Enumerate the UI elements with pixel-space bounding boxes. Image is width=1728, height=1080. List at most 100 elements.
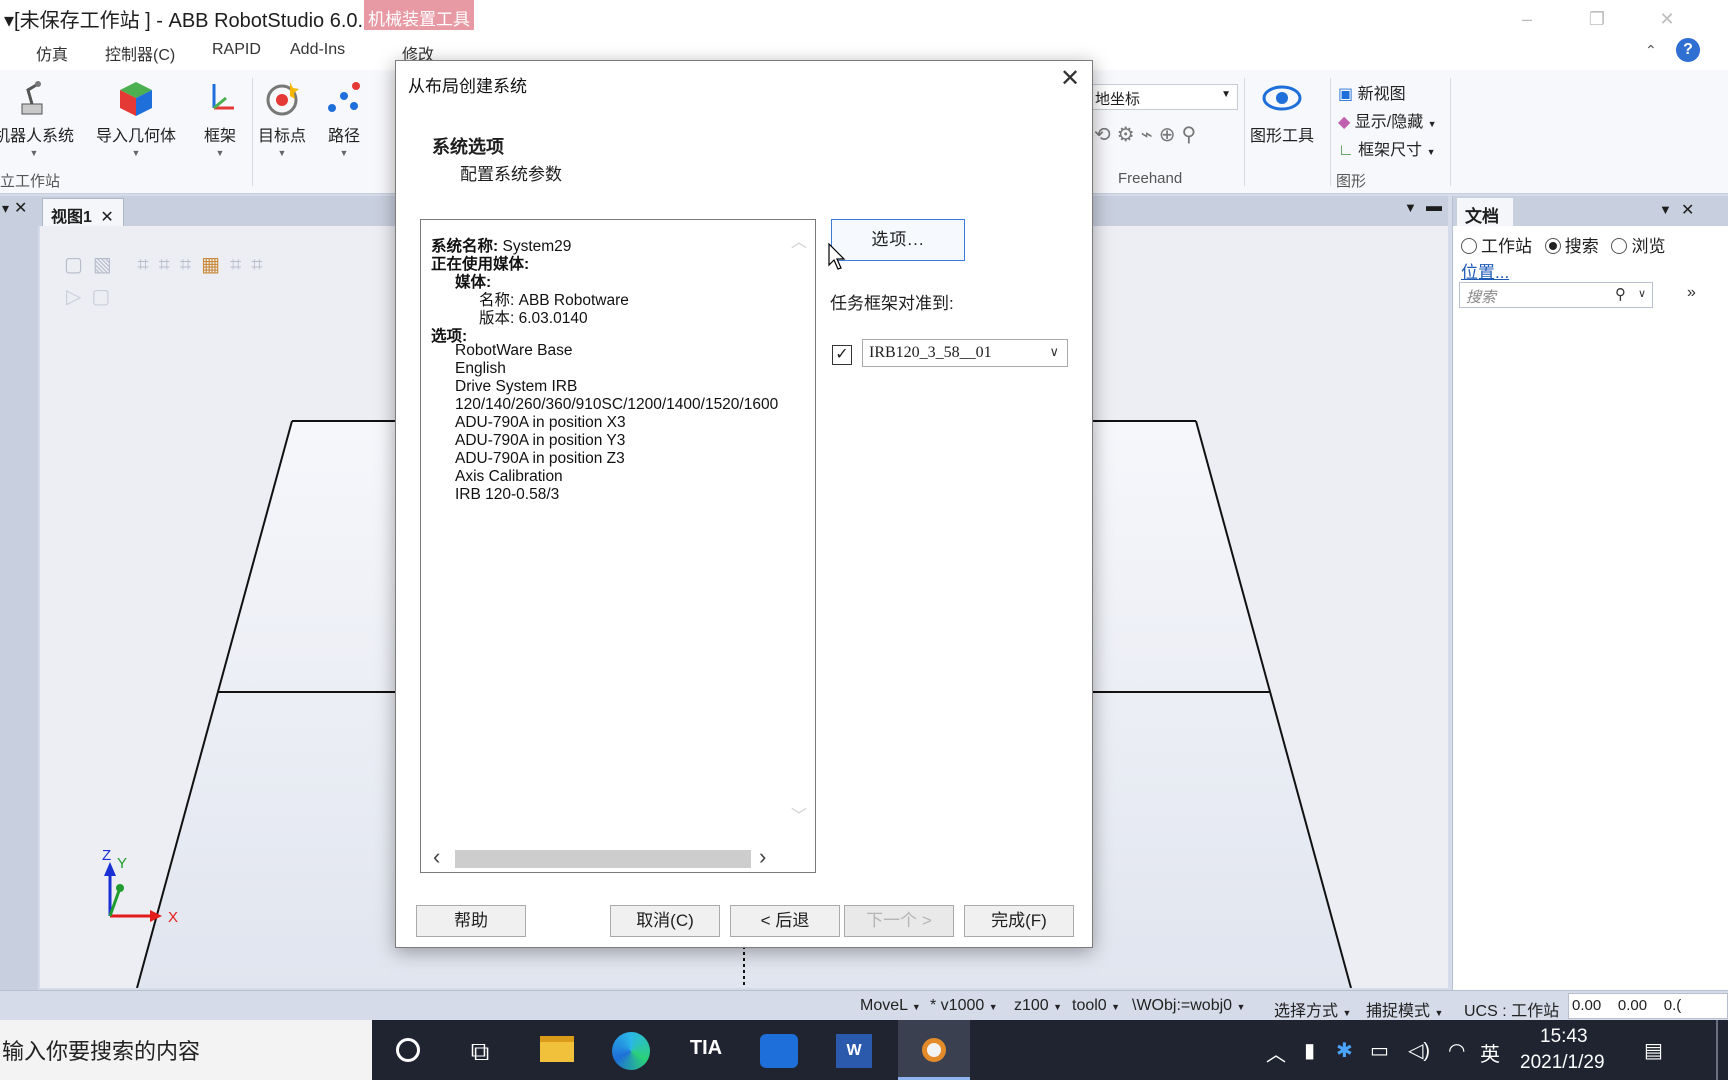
location-link[interactable]: 位置... (1461, 258, 1509, 283)
notification-icon[interactable]: ▤ (1644, 1038, 1663, 1063)
horizontal-scrollbar[interactable]: ‹ › (423, 844, 813, 870)
instruction-template-select[interactable]: MoveL ▼ (860, 997, 921, 1015)
minimize-button[interactable]: – (1516, 8, 1538, 30)
chevron-down-icon[interactable]: ∨ (1638, 287, 1646, 300)
help-button[interactable]: 帮助 (416, 905, 526, 937)
scroll-left-icon[interactable]: ‹ (433, 844, 440, 870)
scroll-up-icon[interactable]: ︿ (791, 228, 807, 252)
circle-icon (396, 1038, 420, 1062)
maximize-icon[interactable]: ▬ (1426, 198, 1442, 216)
frame-button[interactable]: 框架 ▼ (200, 78, 240, 158)
zone-select[interactable]: z100 ▼ (1014, 997, 1062, 1015)
documents-search-input[interactable]: 搜索 ⚲ ∨ (1459, 282, 1653, 308)
clock-date[interactable]: 2021/1/29 (1520, 1052, 1605, 1074)
robot-system-button[interactable]: 机器人系统 ▼ (0, 78, 74, 158)
snap-mode-select[interactable]: 捕捉模式 ▼ (1366, 997, 1443, 1021)
option-item: English (455, 360, 506, 377)
radio-browse[interactable]: 浏览 (1611, 237, 1665, 256)
microphone-icon[interactable]: ▮ (1304, 1038, 1315, 1063)
window-title: ▾[未保存工作站 ] - ABB RobotStudio 6.0... (4, 10, 375, 32)
speed-select[interactable]: * v1000 ▼ (930, 997, 998, 1015)
wifi-icon[interactable]: ◠ (1448, 1038, 1465, 1063)
feishu-icon[interactable] (752, 1026, 808, 1076)
dialog-close-button[interactable]: ✕ (1056, 65, 1084, 93)
tab-simulation[interactable]: 仿真 (36, 41, 68, 65)
view-toolbar[interactable]: ▢▧ ⌗⌗⌗▦⌗⌗ (64, 252, 273, 277)
robotstudio-taskbar-icon[interactable] (898, 1020, 970, 1080)
taskbar-search-box[interactable]: 输入你要搜索的内容 (0, 1020, 372, 1080)
close-icon[interactable]: ✕ (100, 209, 113, 226)
freehand-group-label: Freehand (1118, 170, 1183, 187)
ribbon-divider (1450, 78, 1451, 186)
show-desktop-button[interactable] (1716, 1020, 1718, 1080)
tab-controller[interactable]: 控制器(C) (105, 41, 175, 65)
system-summary-box[interactable]: 系统名称: System29 正在使用媒体: 媒体: 名称: ABB Robot… (420, 219, 816, 873)
tab-list-icon[interactable]: ▼ (1404, 200, 1417, 215)
collapse-ribbon-icon[interactable]: ⌃ (1645, 42, 1657, 59)
import-geometry-button[interactable]: 导入几何体 ▼ (96, 78, 176, 158)
restore-button[interactable]: ❐ (1586, 8, 1608, 30)
volume-icon[interactable]: ◁) (1408, 1038, 1430, 1063)
word-icon[interactable]: W (826, 1026, 882, 1076)
tray-overflow-icon[interactable]: ︿ (1266, 1038, 1286, 1067)
radio-search[interactable]: 搜索 (1544, 237, 1599, 256)
target-button[interactable]: 目标点 ▼ (258, 78, 306, 158)
edge-browser-icon[interactable] (604, 1026, 660, 1076)
scrollbar-thumb[interactable] (455, 850, 751, 868)
options-button[interactable]: 选项... (831, 219, 965, 261)
finish-button[interactable]: 完成(F) (964, 905, 1074, 937)
path-button[interactable]: 路径 ▼ (324, 78, 364, 158)
scroll-down-icon[interactable]: ﹀ (791, 802, 807, 826)
pin-icon[interactable]: ▾ (2, 200, 9, 217)
show-hide-button[interactable]: ◆ 显示/隐藏 ▼ (1338, 108, 1437, 132)
new-view-button[interactable]: ▣ 新视图 (1338, 80, 1406, 104)
tab-addins[interactable]: Add-Ins (290, 41, 345, 59)
selection-mode-select[interactable]: 选择方式 ▼ (1274, 997, 1351, 1021)
back-button[interactable]: < 后退 (730, 905, 840, 937)
help-icon[interactable]: ? (1676, 38, 1700, 62)
status-bar: MoveL ▼ * v1000 ▼ z100 ▼ tool0 ▼ \WObj:=… (0, 990, 1728, 1020)
expand-options-icon[interactable]: » (1687, 284, 1696, 302)
option-item: IRB 120-0.58/3 (455, 486, 560, 503)
input-language[interactable]: 英 (1480, 1038, 1500, 1067)
dialog-heading: 系统选项 (432, 137, 504, 157)
graphics-group-label: 图形 (1336, 173, 1367, 190)
freehand-tools[interactable]: ⟲⚙⌁⊕⚲ (1094, 122, 1202, 147)
dialog-title: 从布局创建系统 (408, 77, 527, 96)
clock-time[interactable]: 15:43 (1540, 1026, 1588, 1048)
reference-coordinate-select[interactable]: 地坐标 ▼ (1090, 84, 1238, 110)
chevron-down-icon: ▼ (131, 148, 141, 158)
ucs-label: UCS : 工作站 (1464, 1003, 1560, 1020)
chevron-down-icon[interactable]: ▼ (1659, 202, 1672, 217)
cancel-button[interactable]: 取消(C) (610, 905, 720, 937)
close-icon[interactable]: ✕ (14, 198, 27, 218)
task-frame-checkbox[interactable]: ✓ (832, 345, 852, 365)
tab-rapid[interactable]: RAPID (212, 41, 261, 59)
close-window-button[interactable]: ✕ (1656, 8, 1678, 30)
bluetooth-icon[interactable]: ✱ (1336, 1038, 1353, 1063)
search-icon[interactable]: ⚲ (1615, 285, 1626, 303)
tool-select[interactable]: tool0 ▼ (1072, 997, 1120, 1015)
next-button[interactable]: 下一个 > (844, 905, 954, 937)
task-view-icon[interactable]: ⧉ (452, 1026, 508, 1076)
chevron-down-icon: ∨ (1049, 344, 1059, 359)
cortana-button[interactable] (382, 1026, 438, 1076)
view-toolbar-secondary[interactable]: ▷▢ (66, 284, 120, 309)
ribbon-divider (252, 78, 253, 186)
tab-documents[interactable]: 文档 (1457, 198, 1513, 226)
file-explorer-icon[interactable] (530, 1026, 586, 1076)
graphics-tools-button[interactable]: 图形工具 (1250, 78, 1314, 146)
scroll-right-icon[interactable]: › (759, 844, 766, 870)
frame-size-button[interactable]: ∟ 框架尺寸 ▼ (1338, 136, 1436, 160)
tia-portal-icon[interactable]: TIA (678, 1026, 734, 1076)
left-panel-strip: ▾ ✕ (0, 196, 38, 992)
svg-text:Y: Y (117, 855, 127, 872)
radio-station[interactable]: 工作站 (1461, 237, 1532, 256)
wobj-select[interactable]: \WObj:=wobj0 ▼ (1132, 997, 1245, 1015)
tab-view1[interactable]: 视图1 ✕ (42, 198, 124, 226)
close-icon[interactable]: ✕ (1681, 200, 1694, 220)
battery-icon[interactable]: ▭ (1370, 1038, 1389, 1063)
path-icon (328, 82, 360, 112)
context-tab-label[interactable]: 机械装置工具 (364, 0, 474, 30)
task-frame-select[interactable]: IRB120_3_58__01 ∨ (862, 339, 1068, 367)
